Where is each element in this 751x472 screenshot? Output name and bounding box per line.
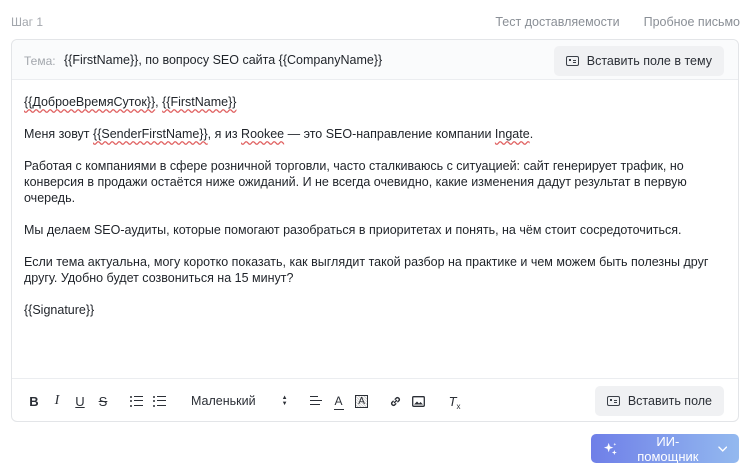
highlight-icon: A <box>355 394 368 408</box>
test-email-link[interactable]: Пробное письмо <box>644 15 740 29</box>
signature-line: {{Signature}} <box>24 303 95 317</box>
field-tag-icon <box>606 396 620 406</box>
greeting-time-var: {{ДоброеВремяСуток}} <box>24 95 156 109</box>
subject-label: Тема: <box>24 54 56 68</box>
problem-paragraph: Работая с компаниями в сфере розничной т… <box>24 159 687 205</box>
intro-pre: Меня зовут <box>24 127 94 141</box>
greeting-firstname-var: {{FirstName}} <box>162 95 237 109</box>
email-editor-card: Тема: Вставить поле в тему {{ДоброеВремя… <box>11 39 739 422</box>
intro-mid: , я из <box>207 127 242 141</box>
company-name: Rookee <box>241 127 285 141</box>
subject-row: Тема: Вставить поле в тему <box>12 40 738 80</box>
step-label: Шаг 1 <box>11 15 44 29</box>
field-tag-icon <box>565 56 579 66</box>
ai-assistant-button[interactable]: ИИ-помощник <box>591 433 739 464</box>
toolbar-divider <box>12 378 738 379</box>
align-left-icon <box>309 396 322 406</box>
bold-button[interactable]: B <box>24 391 44 411</box>
intro-end: . <box>529 127 534 141</box>
greeting-line: {{ДоброеВремяСуток}}, {{FirstName}} <box>24 94 728 110</box>
italic-button[interactable]: I <box>47 391 67 411</box>
formatting-toolbar: B I U S Маленький ▲ ▼ A A T x <box>24 390 463 412</box>
sender-var: {{SenderFirstName}} <box>93 127 208 141</box>
intro-post: — это SEO-направление компании <box>284 127 495 141</box>
clear-format-button[interactable]: Tx <box>443 391 463 411</box>
offer-paragraph: Мы делаем SEO-аудиты, которые помогают р… <box>24 223 682 237</box>
subject-input[interactable] <box>64 49 554 71</box>
ordered-list-button[interactable] <box>126 391 146 411</box>
font-color-icon: A <box>333 394 344 410</box>
insert-field-button[interactable]: Вставить поле <box>594 386 724 416</box>
insert-field-into-subject-label: Вставить поле в тему <box>586 54 712 68</box>
font-size-select[interactable]: Маленький ▲ ▼ <box>191 394 288 408</box>
top-bar: Шаг 1 Тест доставляемости Пробное письмо <box>0 0 751 40</box>
clear-format-x: x <box>456 401 461 411</box>
align-button[interactable] <box>306 391 326 411</box>
font-size-value: Маленький <box>191 394 256 408</box>
top-links: Тест доставляемости Пробное письмо <box>495 15 740 29</box>
sparkle-icon <box>603 442 617 455</box>
chevron-down-icon <box>717 445 727 452</box>
underline-button[interactable]: U <box>70 391 90 411</box>
ai-assistant-label: ИИ-помощник <box>637 433 699 464</box>
image-button[interactable] <box>409 391 429 411</box>
highlight-button[interactable]: A <box>352 391 372 411</box>
font-color-button[interactable]: A <box>329 391 349 411</box>
insert-field-into-subject-button[interactable]: Вставить поле в тему <box>553 46 724 76</box>
intro-paragraph: Меня зовут {{SenderFirstName}}, я из Roo… <box>24 126 728 142</box>
parent-company: Ingate <box>494 127 530 141</box>
updown-chevron-icon: ▲ ▼ <box>281 395 288 407</box>
link-icon <box>391 396 401 406</box>
bullet-list-icon <box>152 395 166 407</box>
clear-format-glyph: T <box>448 393 457 409</box>
insert-field-label: Вставить поле <box>627 394 712 408</box>
cta-paragraph: Если тема актуальна, могу коротко показа… <box>24 255 709 285</box>
clear-format-icon: Tx <box>448 393 461 411</box>
link-button[interactable] <box>386 391 406 411</box>
email-body-editor[interactable]: {{ДоброеВремяСуток}}, {{FirstName}} Меня… <box>24 94 728 334</box>
ordered-list-icon <box>129 395 143 407</box>
image-icon <box>412 395 426 407</box>
strikethrough-button[interactable]: S <box>93 391 113 411</box>
deliverability-test-link[interactable]: Тест доставляемости <box>495 15 619 29</box>
bullet-list-button[interactable] <box>149 391 169 411</box>
